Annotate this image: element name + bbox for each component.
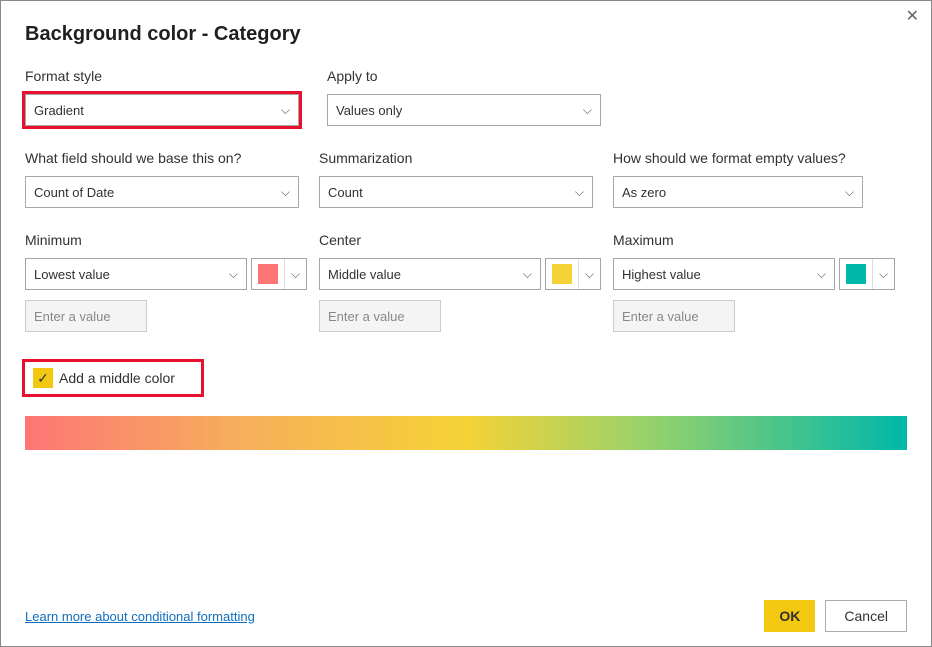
format-style-value: Gradient — [34, 103, 84, 118]
add-middle-color-row: ✓ Add a middle color — [25, 362, 201, 394]
check-icon: ✓ — [37, 370, 49, 387]
maximum-color-picker[interactable]: ⌵ — [839, 258, 895, 290]
minimum-color-picker[interactable]: ⌵ — [251, 258, 307, 290]
chevron-down-icon: ⌵ — [585, 267, 594, 282]
format-style-select[interactable]: Gradient ⌵ — [25, 94, 299, 126]
center-value-input[interactable]: Enter a value — [319, 300, 441, 332]
background-color-dialog: ✕ Background color - Category Format sty… — [0, 0, 932, 647]
gradient-preview-bar — [25, 416, 907, 450]
center-select[interactable]: Middle value ⌵ — [319, 258, 541, 290]
center-value: Middle value — [328, 267, 401, 282]
chevron-down-icon: ⌵ — [291, 267, 300, 282]
base-field-select[interactable]: Count of Date ⌵ — [25, 176, 299, 208]
center-color-picker[interactable]: ⌵ — [545, 258, 601, 290]
ok-button[interactable]: OK — [764, 600, 815, 632]
summarization-select[interactable]: Count ⌵ — [319, 176, 593, 208]
maximum-value: Highest value — [622, 267, 701, 282]
empty-values-select[interactable]: As zero ⌵ — [613, 176, 863, 208]
apply-to-select[interactable]: Values only ⌵ — [327, 94, 601, 126]
maximum-label: Maximum — [613, 232, 907, 248]
chevron-down-icon: ⌵ — [523, 267, 532, 282]
add-middle-color-label: Add a middle color — [59, 370, 175, 386]
row-field-summarization-empty: What field should we base this on? Count… — [25, 150, 907, 208]
chevron-down-icon: ⌵ — [879, 267, 888, 282]
chevron-down-icon: ⌵ — [281, 185, 290, 200]
close-icon[interactable]: ✕ — [906, 9, 919, 25]
summarization-label: Summarization — [319, 150, 613, 166]
base-field-label: What field should we base this on? — [25, 150, 319, 166]
empty-values-label: How should we format empty values? — [613, 150, 907, 166]
center-color-swatch — [552, 264, 572, 284]
learn-more-link[interactable]: Learn more about conditional formatting — [25, 609, 255, 624]
row-min-center-max: Minimum Lowest value ⌵ ⌵ Enter a value C… — [25, 232, 907, 332]
chevron-down-icon: ⌵ — [817, 267, 826, 282]
chevron-down-icon: ⌵ — [575, 185, 584, 200]
empty-values-value: As zero — [622, 185, 666, 200]
chevron-down-icon: ⌵ — [229, 267, 238, 282]
chevron-down-icon: ⌵ — [583, 103, 592, 118]
dialog-title: Background color - Category — [25, 23, 907, 46]
chevron-down-icon: ⌵ — [845, 185, 854, 200]
row-format-apply: Format style Gradient ⌵ Apply to Values … — [25, 68, 907, 126]
center-label: Center — [319, 232, 613, 248]
maximum-select[interactable]: Highest value ⌵ — [613, 258, 835, 290]
summarization-value: Count — [328, 185, 363, 200]
maximum-value-input[interactable]: Enter a value — [613, 300, 735, 332]
format-style-label: Format style — [25, 68, 327, 84]
minimum-value-input[interactable]: Enter a value — [25, 300, 147, 332]
minimum-color-swatch — [258, 264, 278, 284]
cancel-button[interactable]: Cancel — [825, 600, 907, 632]
apply-to-value: Values only — [336, 103, 402, 118]
maximum-color-swatch — [846, 264, 866, 284]
minimum-value: Lowest value — [34, 267, 110, 282]
minimum-select[interactable]: Lowest value ⌵ — [25, 258, 247, 290]
dialog-footer: Learn more about conditional formatting … — [25, 586, 907, 646]
add-middle-color-checkbox[interactable]: ✓ — [33, 368, 53, 388]
base-field-value: Count of Date — [34, 185, 114, 200]
chevron-down-icon: ⌵ — [281, 103, 290, 118]
apply-to-label: Apply to — [327, 68, 629, 84]
minimum-label: Minimum — [25, 232, 319, 248]
